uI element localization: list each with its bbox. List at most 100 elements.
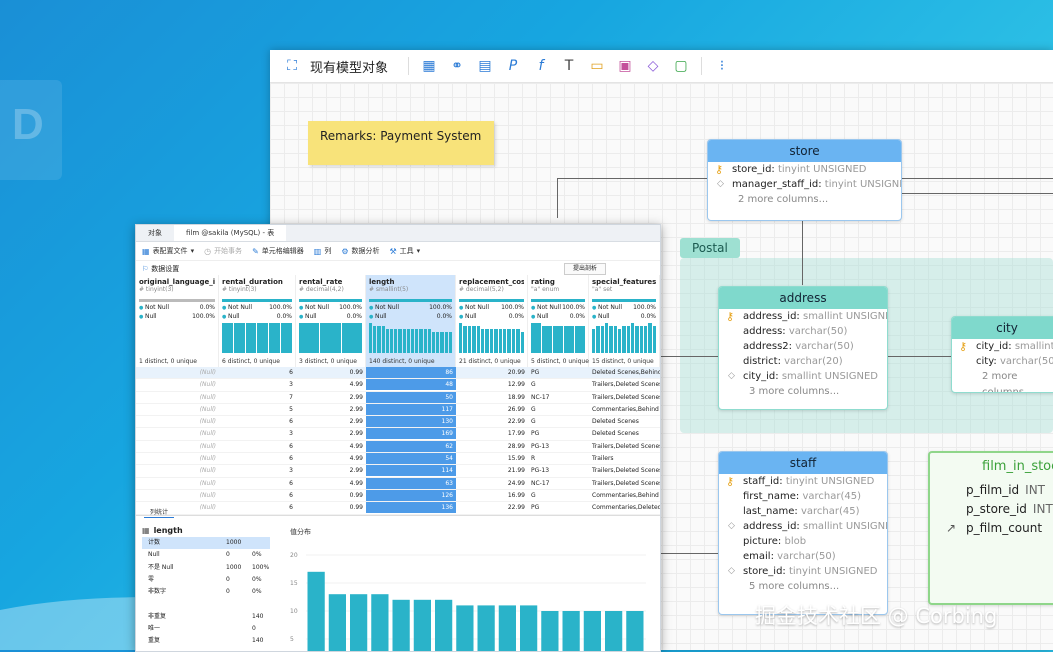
table-cell[interactable]: 3 — [219, 428, 296, 439]
table-cell[interactable]: 3 — [219, 465, 296, 476]
table-icon[interactable]: ▦ — [420, 57, 438, 75]
procedure-icon[interactable]: P — [504, 57, 522, 75]
column-header[interactable]: rental_rate# decimal(4,2) Not Null100.0% N… — [296, 275, 366, 367]
distribution-bar[interactable] — [498, 605, 516, 651]
image-icon[interactable]: ▣ — [616, 57, 634, 75]
table-row[interactable]: (Null) 3 2.99 114 21.99 PG-13 Trailers,Deleted… — [136, 465, 660, 478]
profile-button[interactable]: 提出剖析 — [564, 263, 607, 275]
table-cell[interactable]: G — [528, 416, 589, 427]
table-cell[interactable]: 62 — [366, 440, 456, 452]
distribution-bar[interactable] — [328, 594, 346, 651]
relation-link-icon[interactable]: ⚭ — [448, 57, 466, 75]
table-row[interactable]: (Null) 6 4.99 62 28.99 PG-13 Trailers,Deleted … — [136, 440, 660, 454]
table-cell[interactable]: PG — [528, 428, 589, 439]
table-cell[interactable]: 2.99 — [296, 416, 366, 427]
table-cell[interactable]: (Null) — [136, 465, 219, 476]
distribution-bar[interactable] — [477, 605, 495, 651]
table-cell[interactable]: 2.99 — [296, 404, 366, 415]
table-cell[interactable]: 28.99 — [456, 441, 528, 452]
tab-film-table[interactable]: film @sakila (MySQL) - 表 — [174, 225, 287, 241]
text-icon[interactable]: T — [560, 57, 578, 75]
table-cell[interactable]: 169 — [366, 428, 456, 440]
table-cell[interactable]: 6 — [219, 502, 296, 513]
postal-layer-label[interactable]: Postal — [680, 238, 740, 258]
distribution-bar[interactable] — [520, 605, 538, 651]
table-cell[interactable]: 54 — [366, 453, 456, 465]
columns-button[interactable]: ▥ 列 — [314, 246, 332, 256]
table-cell[interactable]: Deleted Scenes — [589, 416, 660, 427]
table-cell[interactable]: 15.99 — [456, 453, 528, 464]
table-cell[interactable]: 26.99 — [456, 404, 528, 415]
table-cell[interactable]: 4.99 — [296, 441, 366, 452]
entity-city[interactable]: city ⚷ city_id: smallint city: varchar(50… — [951, 316, 1053, 393]
table-cell[interactable]: Trailers,Deleted Scenes — [589, 379, 660, 390]
table-cell[interactable]: 12.99 — [456, 379, 528, 390]
table-cell[interactable]: 6 — [219, 478, 296, 489]
note-icon[interactable]: ▭ — [588, 57, 606, 75]
table-cell[interactable]: 136 — [366, 502, 456, 514]
column-header[interactable]: length# smallint(5) Not Null100.0% Null0.0… — [366, 275, 456, 367]
layer-icon[interactable]: ▢ — [672, 57, 690, 75]
table-cell[interactable]: 18.99 — [456, 392, 528, 403]
table-cell[interactable]: 130 — [366, 416, 456, 428]
table-cell[interactable]: 20.99 — [456, 367, 528, 378]
view-icon[interactable]: ▤ — [476, 57, 494, 75]
table-cell[interactable]: 5 — [219, 404, 296, 415]
table-cell[interactable]: 21.99 — [456, 465, 528, 476]
column-header[interactable]: special_features"a" set Not Null100.0% Nul… — [589, 275, 660, 367]
table-cell[interactable]: 4.99 — [296, 453, 366, 464]
table-cell[interactable]: Trailers,Deleted Scenes — [589, 392, 660, 403]
table-cell[interactable]: 7 — [219, 392, 296, 403]
table-cell[interactable]: Trailers — [589, 453, 660, 464]
auto-layout-icon[interactable]: ⁝ — [713, 57, 731, 75]
table-cell[interactable]: PG — [528, 502, 589, 513]
distribution-bar[interactable] — [605, 611, 623, 651]
table-cell[interactable]: 24.99 — [456, 478, 528, 489]
table-cell[interactable]: Deleted Scenes,Behind the — [589, 367, 660, 378]
table-cell[interactable]: 0.99 — [296, 502, 366, 513]
table-cell[interactable]: (Null) — [136, 453, 219, 464]
column-header[interactable]: rental_duration# tinyint(3) Not Null100.0… — [219, 275, 296, 367]
column-header[interactable]: replacement_cost# decimal(5,2) Not Null10… — [456, 275, 528, 367]
distribution-bar[interactable] — [371, 594, 389, 651]
entity-staff[interactable]: staff ⚷ staff_id: tinyint UNSIGNED first_… — [718, 451, 888, 615]
data-settings-label[interactable]: 数据设置 — [151, 264, 179, 274]
table-cell[interactable]: 2.99 — [296, 392, 366, 403]
begin-transaction-button[interactable]: ◷ 开始事务 — [204, 246, 242, 256]
table-cell[interactable]: G — [528, 404, 589, 415]
table-cell[interactable]: 6 — [219, 453, 296, 464]
table-cell[interactable]: 17.99 — [456, 428, 528, 439]
table-cell[interactable]: 63 — [366, 477, 456, 489]
distribution-bar[interactable] — [562, 611, 580, 651]
tab-objects[interactable]: 对象 — [136, 225, 174, 241]
table-cell[interactable]: 50 — [366, 391, 456, 403]
table-cell[interactable]: 16.99 — [456, 490, 528, 501]
more-columns[interactable]: 3 more columns... — [719, 384, 887, 400]
table-cell[interactable]: (Null) — [136, 441, 219, 452]
table-cell[interactable]: Trailers,Deleted Scenes — [589, 465, 660, 476]
entity-address[interactable]: address ⚷address_id: smallint UNSIGNED a… — [718, 286, 888, 410]
table-cell[interactable]: R — [528, 453, 589, 464]
table-row[interactable]: (Null) 6 0.99 126 16.99 G Commentaries,Behind … — [136, 489, 660, 503]
table-cell[interactable]: Deleted Scenes — [589, 428, 660, 439]
table-cell[interactable]: G — [528, 490, 589, 501]
table-cell[interactable]: 114 — [366, 465, 456, 477]
table-cell[interactable]: G — [528, 379, 589, 390]
table-row[interactable]: (Null) 3 2.99 169 17.99 PG Deleted Scenes — [136, 428, 660, 441]
table-cell[interactable]: PG — [528, 367, 589, 378]
table-row[interactable]: (Null) 6 0.99 136 22.99 PG Commentaries,Delete… — [136, 502, 660, 515]
table-row[interactable]: (Null) 6 4.99 54 15.99 R Trailers — [136, 453, 660, 466]
table-profile-button[interactable]: ▦ 表配置文件 ▾ — [142, 246, 194, 256]
table-cell[interactable]: NC-17 — [528, 392, 589, 403]
table-cell[interactable]: 0.99 — [296, 490, 366, 501]
existing-model-objects-button[interactable]: ⛶ 现有模型对象 — [278, 57, 388, 76]
table-cell[interactable]: Trailers,Deleted Scenes — [589, 441, 660, 452]
distribution-bar[interactable] — [307, 571, 325, 651]
table-cell[interactable]: (Null) — [136, 379, 219, 390]
table-cell[interactable]: 22.99 — [456, 416, 528, 427]
remarks-note[interactable]: Remarks: Payment System — [308, 121, 494, 165]
table-cell[interactable]: NC-17 — [528, 478, 589, 489]
table-row[interactable]: (Null) 6 2.99 130 22.99 G Deleted Scenes — [136, 416, 660, 429]
distribution-bar[interactable] — [350, 594, 368, 651]
distribution-bar[interactable] — [392, 599, 410, 651]
